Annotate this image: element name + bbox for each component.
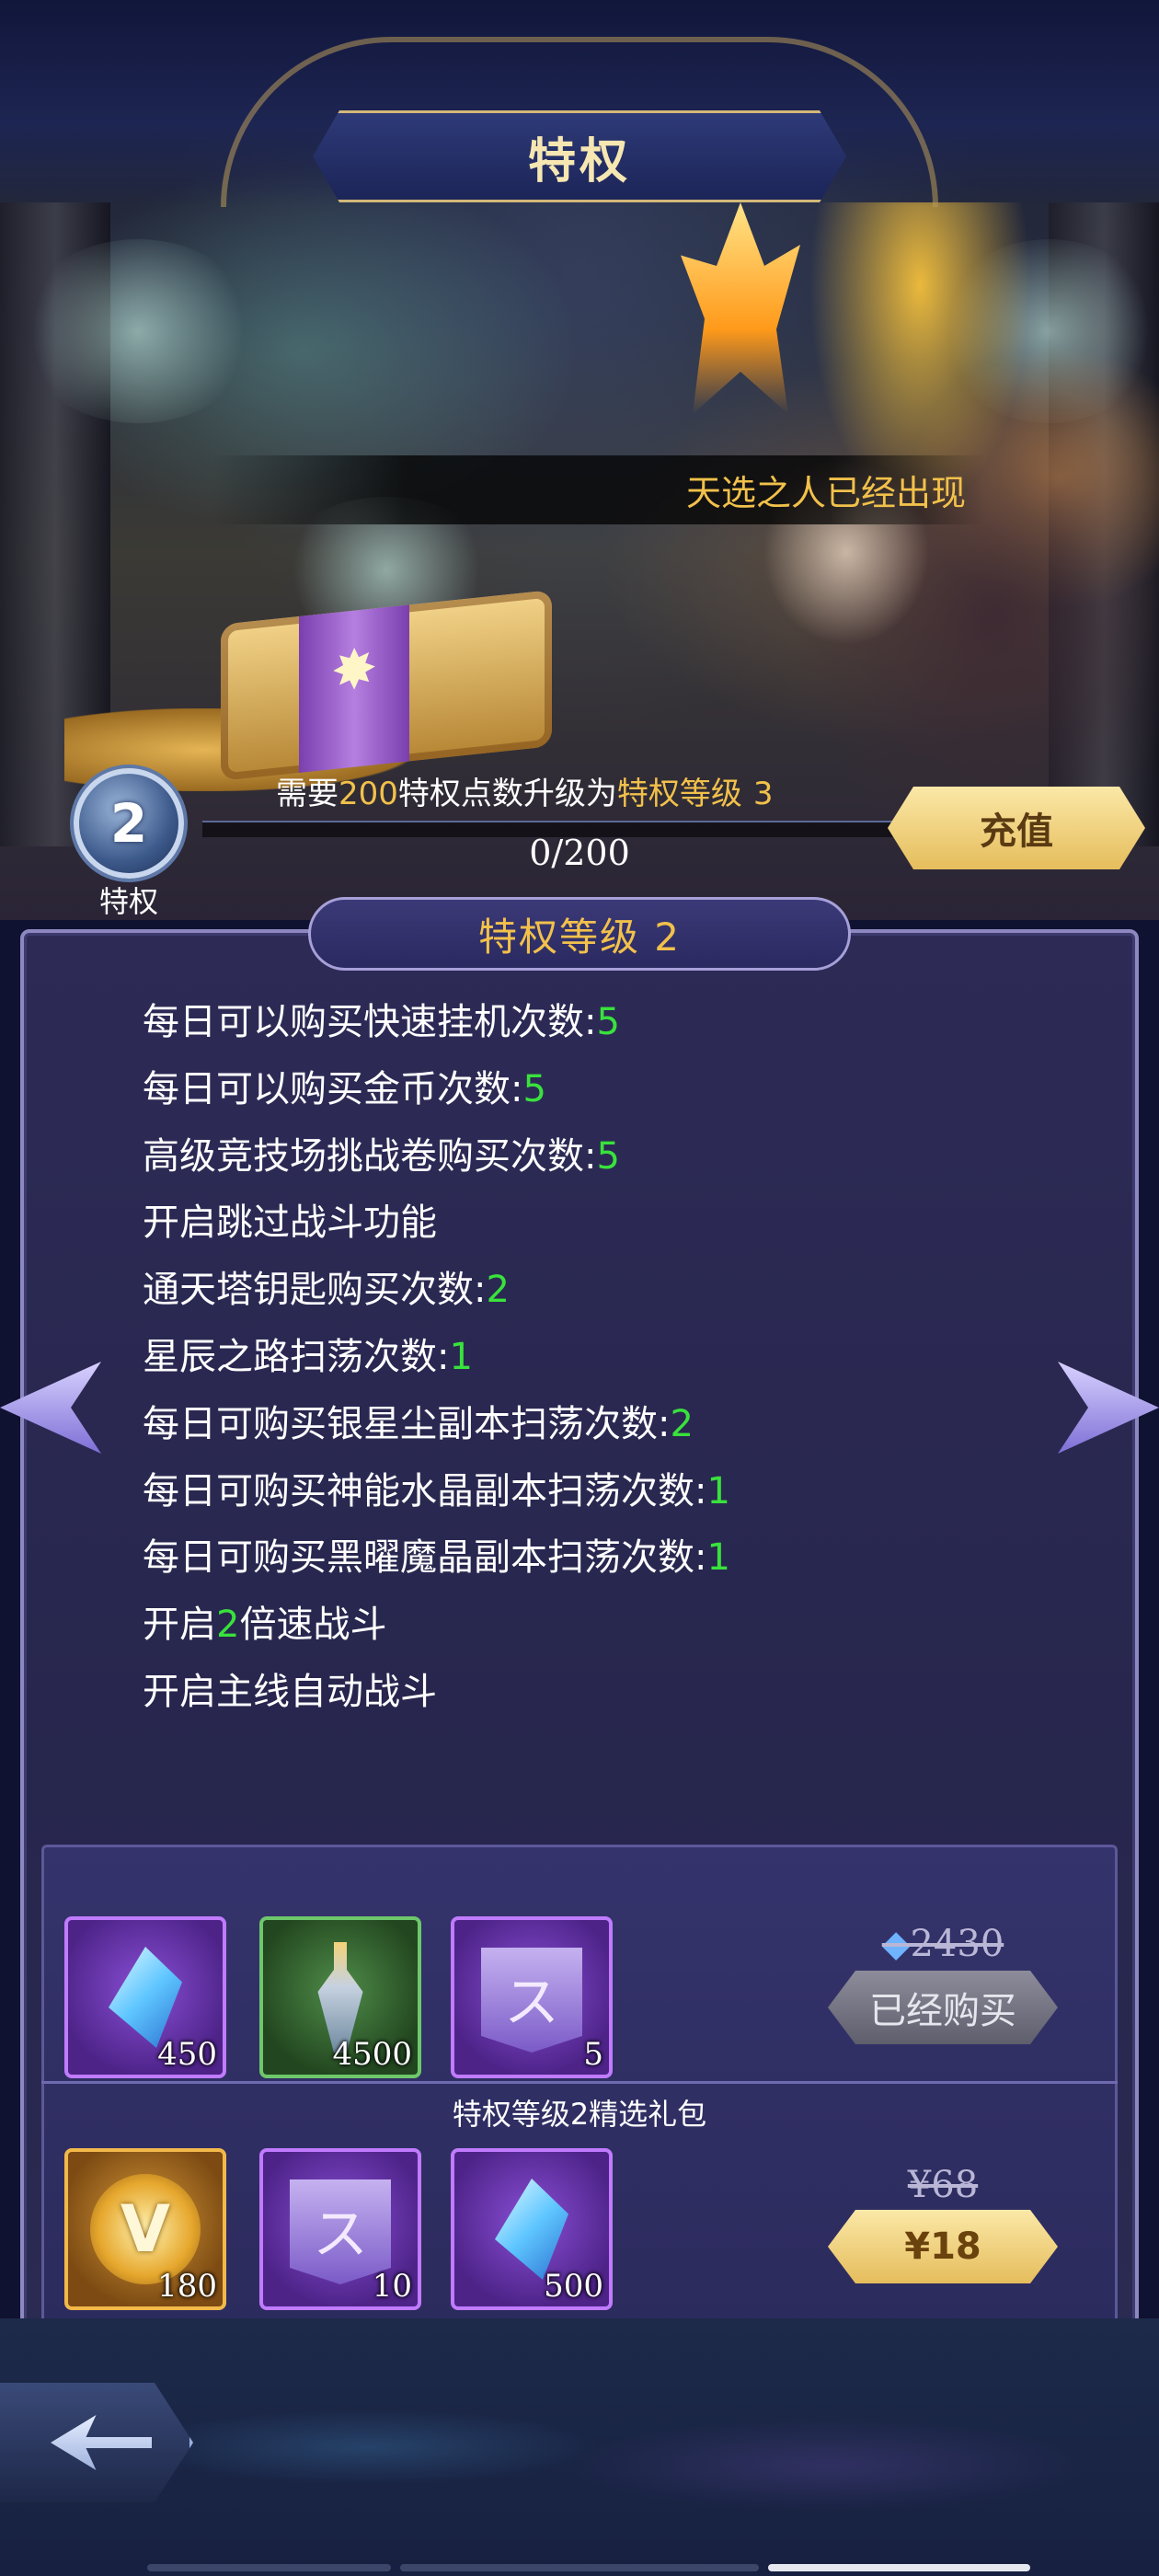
package2-title: 特权等级2精选礼包 — [452, 2097, 707, 2132]
benefit-item: 每日可购买黑曜魔晶副本扫荡次数:1 — [143, 1524, 730, 1592]
benefit-text: 每日可购买银星尘副本扫荡次数: — [143, 1402, 671, 1445]
benefit-text: 每日可购买黑曜魔晶副本扫荡次数: — [143, 1536, 707, 1580]
benefit-item: 每日可以购买快速挂机次数:5 — [143, 989, 730, 1056]
item-count: 4500 — [332, 2036, 412, 2073]
item-count: 500 — [544, 2268, 603, 2305]
system-bar-segment — [400, 2564, 759, 2571]
benefit-item: 开启跳过战斗功能 — [143, 1190, 730, 1257]
package1-item-2[interactable]: 4500 — [259, 1916, 421, 2078]
item-count: 450 — [157, 2036, 217, 2073]
benefit-item: 高级竞技场挑战卷购买次数:5 — [143, 1123, 730, 1190]
benefit-number: 2 — [216, 1604, 240, 1647]
vip-level-badge: 2 特权 — [55, 764, 202, 919]
benefit-item: 开启2倍速战斗 — [143, 1592, 730, 1659]
package2-buy-button[interactable]: ¥18 — [828, 2210, 1058, 2283]
package1-old-price: ◆2430 — [832, 1923, 1053, 1965]
benefit-number: 5 — [596, 1001, 620, 1043]
privilege-level-title: 特权等级 2 — [308, 897, 851, 971]
package1-item-1[interactable]: 450 — [64, 1916, 226, 2078]
benefit-tail: 倍速战斗 — [239, 1604, 387, 1647]
upgrade-prefix: 需要 — [276, 776, 339, 812]
benefit-number: 2 — [670, 1402, 694, 1445]
benefit-item: 星辰之路扫荡次数:1 — [143, 1324, 730, 1391]
package-divider — [41, 2081, 1118, 2084]
benefit-text: 开启 — [143, 1604, 216, 1647]
privilege-level-title-text: 特权等级 2 — [477, 914, 682, 960]
vip-label: 特权 — [98, 884, 158, 919]
benefit-item: 开启主线自动战斗 — [143, 1659, 730, 1726]
back-button[interactable] — [0, 2383, 193, 2502]
vip-progress-text: 0/200 — [529, 833, 630, 873]
benefit-item: 每日可购买银星尘副本扫荡次数:2 — [143, 1391, 730, 1458]
window-glow-left — [18, 239, 258, 423]
benefit-text: 每日可以购买快速挂机次数: — [143, 1001, 597, 1043]
header: 特权 — [0, 0, 1159, 207]
item-count: 10 — [372, 2268, 412, 2305]
diamond-icon: ◆ — [881, 1923, 911, 1965]
item-count: 5 — [583, 2036, 603, 2073]
item-count: 180 — [157, 2268, 217, 2305]
package1-old-price-value: 2430 — [910, 1923, 1004, 1965]
back-arrow-icon — [51, 2415, 152, 2470]
benefit-text: 高级竞技场挑战卷购买次数: — [143, 1134, 597, 1178]
vip-shield-icon: 2 — [74, 768, 184, 879]
upgrade-target-level: 3 — [752, 776, 774, 812]
benefit-text: 星辰之路扫荡次数: — [143, 1335, 450, 1378]
benefit-text: 每日可以购买金币次数: — [143, 1067, 523, 1110]
chest-star-icon: ✸ — [331, 636, 378, 706]
benefit-number: 5 — [596, 1134, 620, 1178]
benefit-item: 每日可购买神能水晶副本扫荡次数:1 — [143, 1458, 730, 1525]
benefit-item: 通天塔钥匙购买次数:2 — [143, 1257, 730, 1324]
benefit-number: 1 — [706, 1536, 730, 1580]
package2-item-2[interactable]: ス 10 — [259, 2148, 421, 2310]
title-bar: 特权 — [313, 110, 846, 202]
package2-item-3[interactable]: 500 — [451, 2148, 613, 2310]
benefit-text: 每日可购买神能水晶副本扫荡次数: — [143, 1469, 707, 1512]
system-bar-segment — [147, 2564, 391, 2571]
upgrade-requirement-text: 需要200特权点数升级为特权等级 3 — [276, 768, 774, 813]
benefit-number: 5 — [522, 1067, 546, 1110]
home-indicator[interactable] — [768, 2564, 1030, 2571]
benefit-text: 开启主线自动战斗 — [143, 1670, 437, 1713]
package2-old-price: ¥68 — [907, 2164, 979, 2206]
banner-text: 天选之人已经出现 — [685, 473, 966, 513]
upgrade-points: 200 — [339, 776, 398, 812]
benefit-text: 通天塔钥匙购买次数: — [143, 1269, 487, 1312]
benefit-number: 1 — [706, 1469, 730, 1512]
package1-bought-button[interactable]: 已经购买 — [828, 1971, 1058, 2044]
page-title: 特权 — [527, 133, 631, 190]
vip-level-number: 2 — [109, 792, 148, 855]
recharge-button[interactable]: 充值 — [888, 787, 1145, 869]
benefit-number: 1 — [449, 1335, 473, 1378]
benefit-text: 开启跳过战斗功能 — [143, 1202, 437, 1245]
package2-item-1[interactable]: V 180 — [64, 2148, 226, 2310]
benefit-number: 2 — [486, 1269, 510, 1312]
benefit-item: 每日可以购买金币次数:5 — [143, 1056, 730, 1123]
package1-item-3[interactable]: ス 5 — [451, 1916, 613, 2078]
upgrade-middle: 特权点数升级为 — [397, 776, 617, 812]
banner-strip: 天选之人已经出现 — [212, 455, 984, 524]
benefit-list: 每日可以购买快速挂机次数:5 每日可以购买金币次数:5 高级竞技场挑战卷购买次数:5… — [143, 989, 730, 1726]
upgrade-target: 特权等级 — [616, 776, 742, 812]
